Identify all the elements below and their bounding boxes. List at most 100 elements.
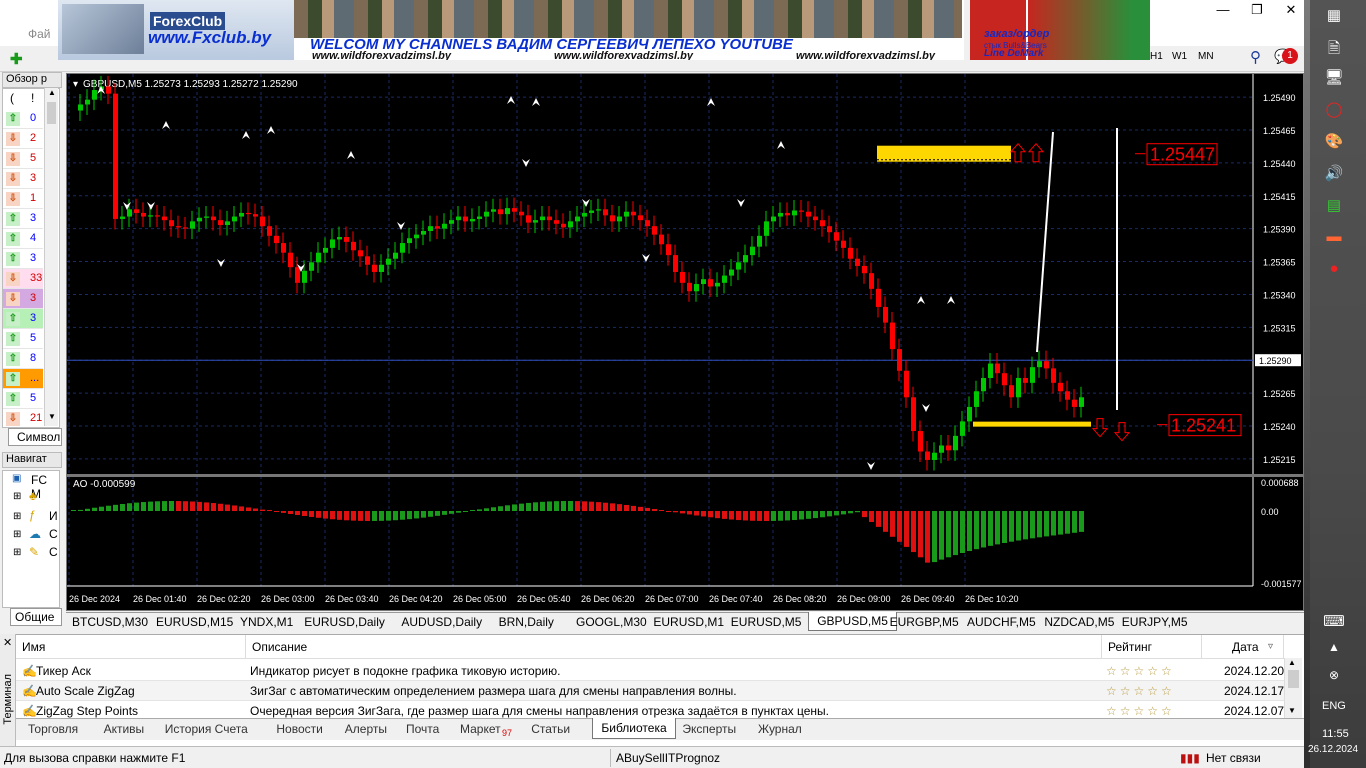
market-watch-row[interactable]: ⇧ 4 [3, 229, 43, 249]
chart-tab[interactable]: GBPUSD,M5 [808, 612, 897, 631]
terminal-tab[interactable]: Новости [276, 722, 322, 736]
market-watch-row[interactable]: ⇩ 21 [3, 409, 43, 427]
language-indicator[interactable]: ENG [1322, 700, 1346, 712]
chart-tab[interactable]: AUDCHF,M5 [967, 615, 1036, 629]
new-order-icon[interactable]: ✚ [10, 50, 23, 68]
arrow-up-icon: ⇧ [6, 332, 20, 346]
terminal-tab[interactable]: Маркет [460, 722, 501, 736]
nav-item-experts[interactable]: С [49, 527, 58, 541]
market-watch-title[interactable]: Обзор р [2, 72, 62, 88]
ao-bar [897, 511, 902, 542]
menu-file[interactable]: Фай [28, 27, 51, 41]
timeframe-w1-button[interactable]: W1 [1172, 51, 1187, 62]
terminal-tab[interactable]: Алерты [345, 722, 387, 736]
terminal-scrollbar[interactable]: ▲ ▼ [1284, 658, 1302, 718]
speaker-icon[interactable]: 🔊 [1322, 164, 1346, 184]
nav-item-indicators[interactable]: И [49, 509, 58, 523]
chart-tab[interactable]: BRN,Daily [499, 615, 554, 629]
minimize-button[interactable]: — [1206, 0, 1240, 22]
terminal-tab[interactable]: Статьи [531, 722, 570, 736]
market-watch-row[interactable]: ⇧ 3 [3, 249, 43, 269]
tab-general[interactable]: Общие [10, 608, 62, 626]
chart-tab[interactable]: YNDX,M1 [240, 615, 293, 629]
market-watch-row[interactable]: ⇧ 5 [3, 329, 43, 349]
chart-tab[interactable]: EURGBP,M5 [890, 615, 959, 629]
library-row[interactable]: ✍ Auto Scale ZigZag ЗигЗаг с автоматически… [16, 681, 1284, 701]
network-status-icon[interactable]: ⊗ [1322, 668, 1346, 688]
ad-banner[interactable]: ForexClub www.Fxclub.by WELCOM MY CHANNE… [58, 0, 1150, 60]
market-watch-row[interactable]: ⇧ 3 [3, 209, 43, 229]
market-watch-row[interactable]: ⇧... [3, 369, 43, 389]
search-icon[interactable]: ⚲ [1250, 48, 1261, 66]
market-watch-row[interactable]: ⇧ 5 [3, 389, 43, 409]
candle [190, 221, 195, 229]
record-icon[interactable]: ● [1322, 260, 1346, 280]
notifications-icon[interactable]: ▦ [1322, 6, 1346, 26]
terminal-tab[interactable]: Эксперты [682, 722, 736, 736]
clock-date[interactable]: 26.12.2024 [1308, 744, 1358, 755]
chart-tab[interactable]: AUDUSD,Daily [401, 615, 482, 629]
nav-item-scripts[interactable]: С [49, 545, 58, 559]
chart-tab[interactable]: EURJPY,M5 [1122, 615, 1188, 629]
column-name[interactable]: Имя [16, 635, 246, 659]
chart-tab[interactable]: EURUSD,Daily [304, 615, 385, 629]
chart-tab[interactable]: EURUSD,M5 [731, 615, 802, 629]
restore-button[interactable]: ❐ [1240, 0, 1274, 22]
close-button[interactable]: ✕ [1274, 0, 1308, 22]
chart-tab[interactable]: BTCUSD,M30 [72, 615, 148, 629]
market-watch-row[interactable]: ⇩ 5 [3, 149, 43, 169]
market-watch-row[interactable]: ⇩ 33 [3, 269, 43, 289]
column-rating[interactable]: Рейтинг [1102, 635, 1202, 659]
market-watch-row[interactable]: ⇩ 3 [3, 169, 43, 189]
timeframe-mn-button[interactable]: MN [1198, 51, 1214, 62]
terminal-tab[interactable]: Журнал [758, 722, 802, 736]
terminal-tab[interactable]: Библиотека [592, 718, 676, 739]
market-watch-value: 3 [30, 172, 37, 184]
app-icon[interactable]: 🗎 [1322, 38, 1346, 58]
sort-icon[interactable]: ▿ [1268, 641, 1273, 652]
app-icon[interactable]: ▬ [1322, 228, 1346, 248]
ao-bar [414, 511, 419, 519]
market-watch-scrollbar[interactable]: ▲ ▼ [44, 88, 58, 426]
keyboard-icon[interactable]: ⌨ [1322, 612, 1346, 632]
market-watch-row[interactable]: ⇩ 1 [3, 189, 43, 209]
clock-time[interactable]: 11:55 [1322, 728, 1349, 740]
price-tick-label: 1.25315 [1263, 323, 1296, 333]
column-description[interactable]: Описание [246, 635, 1102, 659]
market-watch-row[interactable]: ⇩ 3 [3, 289, 43, 309]
market-watch-row[interactable]: ⇧ 0 [3, 109, 43, 129]
app-icon[interactable]: 🖥 [1322, 68, 1346, 88]
price-chart[interactable]: 1.25490 1.25465 1.25440 1.25415 1.25390 1.253… [66, 73, 1305, 611]
expand-icon[interactable]: ⊞ [13, 491, 21, 502]
market-watch-row[interactable]: ⇧ 3 [3, 309, 43, 329]
terminal-tab[interactable]: Активы [104, 722, 145, 736]
timeframe-h1-button[interactable]: H1 [1150, 51, 1163, 62]
network-icon[interactable]: ▲ [1322, 640, 1346, 660]
chart-tab[interactable]: GOOGL,M30 [576, 615, 647, 629]
expand-icon[interactable]: ⊞ [13, 547, 21, 558]
navigator-title[interactable]: Навигат [2, 452, 62, 468]
ao-bar [939, 511, 944, 560]
market-watch-row[interactable]: ⇩ 2 [3, 129, 43, 149]
chart-tab[interactable]: EURUSD,M15 [156, 615, 233, 629]
notifications-badge[interactable]: 1 [1282, 48, 1298, 64]
calculator-icon[interactable]: ▤ [1322, 196, 1346, 216]
terminal-tab[interactable]: История Счета [165, 722, 248, 736]
expand-icon[interactable]: ⊞ [13, 511, 21, 522]
market-watch-row[interactable]: ⇧ 8 [3, 349, 43, 369]
close-terminal-icon[interactable]: ✕ [3, 636, 12, 649]
terminal-tab[interactable]: Почта [406, 722, 439, 736]
expand-icon[interactable]: ⊞ [13, 529, 21, 540]
terminal-tab[interactable]: Торговля [28, 722, 78, 736]
candle [694, 284, 699, 292]
opera-icon[interactable]: ◯ [1322, 100, 1346, 120]
paint-icon[interactable]: 🎨 [1322, 132, 1346, 152]
tab-symbols[interactable]: Символ [8, 428, 62, 446]
library-row[interactable]: ✍ Тикер Аск Индикатор рисует в подокне гра… [16, 661, 1284, 681]
chart-tab[interactable]: NZDCAD,M5 [1044, 615, 1114, 629]
candle [428, 226, 433, 232]
time-tick-label: 26 Dec 09:00 [837, 594, 891, 604]
chart-tab[interactable]: EURUSD,M1 [653, 615, 724, 629]
ao-tick-label: 0.000688 [1261, 478, 1299, 488]
arrow-down-icon [1091, 418, 1109, 438]
